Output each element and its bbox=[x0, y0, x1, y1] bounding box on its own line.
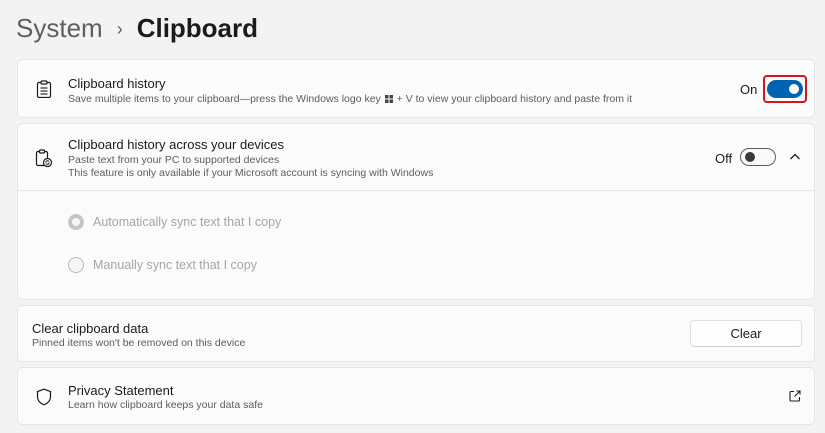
clipboard-sync-description-2: This feature is only available if your M… bbox=[68, 167, 434, 179]
clipboard-icon bbox=[34, 79, 54, 99]
clipboard-sync-title: Clipboard history across your devices bbox=[68, 137, 285, 152]
radio-auto-sync[interactable] bbox=[68, 214, 84, 230]
clipboard-history-toggle[interactable] bbox=[767, 80, 803, 98]
breadcrumb-system[interactable]: System bbox=[16, 13, 103, 44]
toggle-knob bbox=[745, 152, 755, 162]
clipboard-sync-toggle[interactable] bbox=[740, 148, 776, 166]
clear-clipboard-description: Pinned items won't be removed on this de… bbox=[32, 337, 246, 349]
clipboard-history-title: Clipboard history bbox=[68, 76, 166, 91]
clipboard-sync-card: Clipboard history across your devices Pa… bbox=[17, 123, 815, 300]
clear-clipboard-title: Clear clipboard data bbox=[32, 321, 149, 336]
clipboard-history-toggle-state: On bbox=[740, 82, 758, 97]
clipboard-history-description: Save multiple items to your clipboard—pr… bbox=[68, 93, 633, 105]
windows-logo-icon bbox=[384, 94, 393, 103]
radio-manual-sync[interactable] bbox=[68, 257, 84, 273]
privacy-title: Privacy Statement bbox=[68, 383, 174, 398]
divider bbox=[18, 190, 814, 191]
clipboard-sync-toggle-state: Off bbox=[715, 151, 733, 166]
clear-clipboard-card: Clear clipboard data Pinned items won't … bbox=[17, 305, 815, 362]
radio-auto-sync-label: Automatically sync text that I copy bbox=[93, 215, 282, 229]
toggle-knob bbox=[789, 84, 799, 94]
clipboard-sync-description-1: Paste text from your PC to supported dev… bbox=[68, 154, 280, 166]
privacy-card[interactable]: Privacy Statement Learn how clipboard ke… bbox=[17, 367, 815, 425]
external-link-icon[interactable] bbox=[788, 389, 802, 403]
chevron-up-icon[interactable] bbox=[788, 150, 802, 164]
page-title: Clipboard bbox=[136, 12, 259, 43]
clear-button[interactable]: Clear bbox=[690, 320, 802, 347]
breadcrumb: System › Clipboard bbox=[16, 10, 258, 46]
shield-icon bbox=[34, 387, 54, 407]
clipboard-history-card: Clipboard history Save multiple items to… bbox=[17, 59, 815, 118]
breadcrumb-separator: › bbox=[116, 18, 123, 39]
radio-manual-sync-label: Manually sync text that I copy bbox=[93, 258, 257, 272]
clipboard-sync-icon bbox=[34, 148, 54, 168]
privacy-description: Learn how clipboard keeps your data safe bbox=[68, 399, 263, 411]
